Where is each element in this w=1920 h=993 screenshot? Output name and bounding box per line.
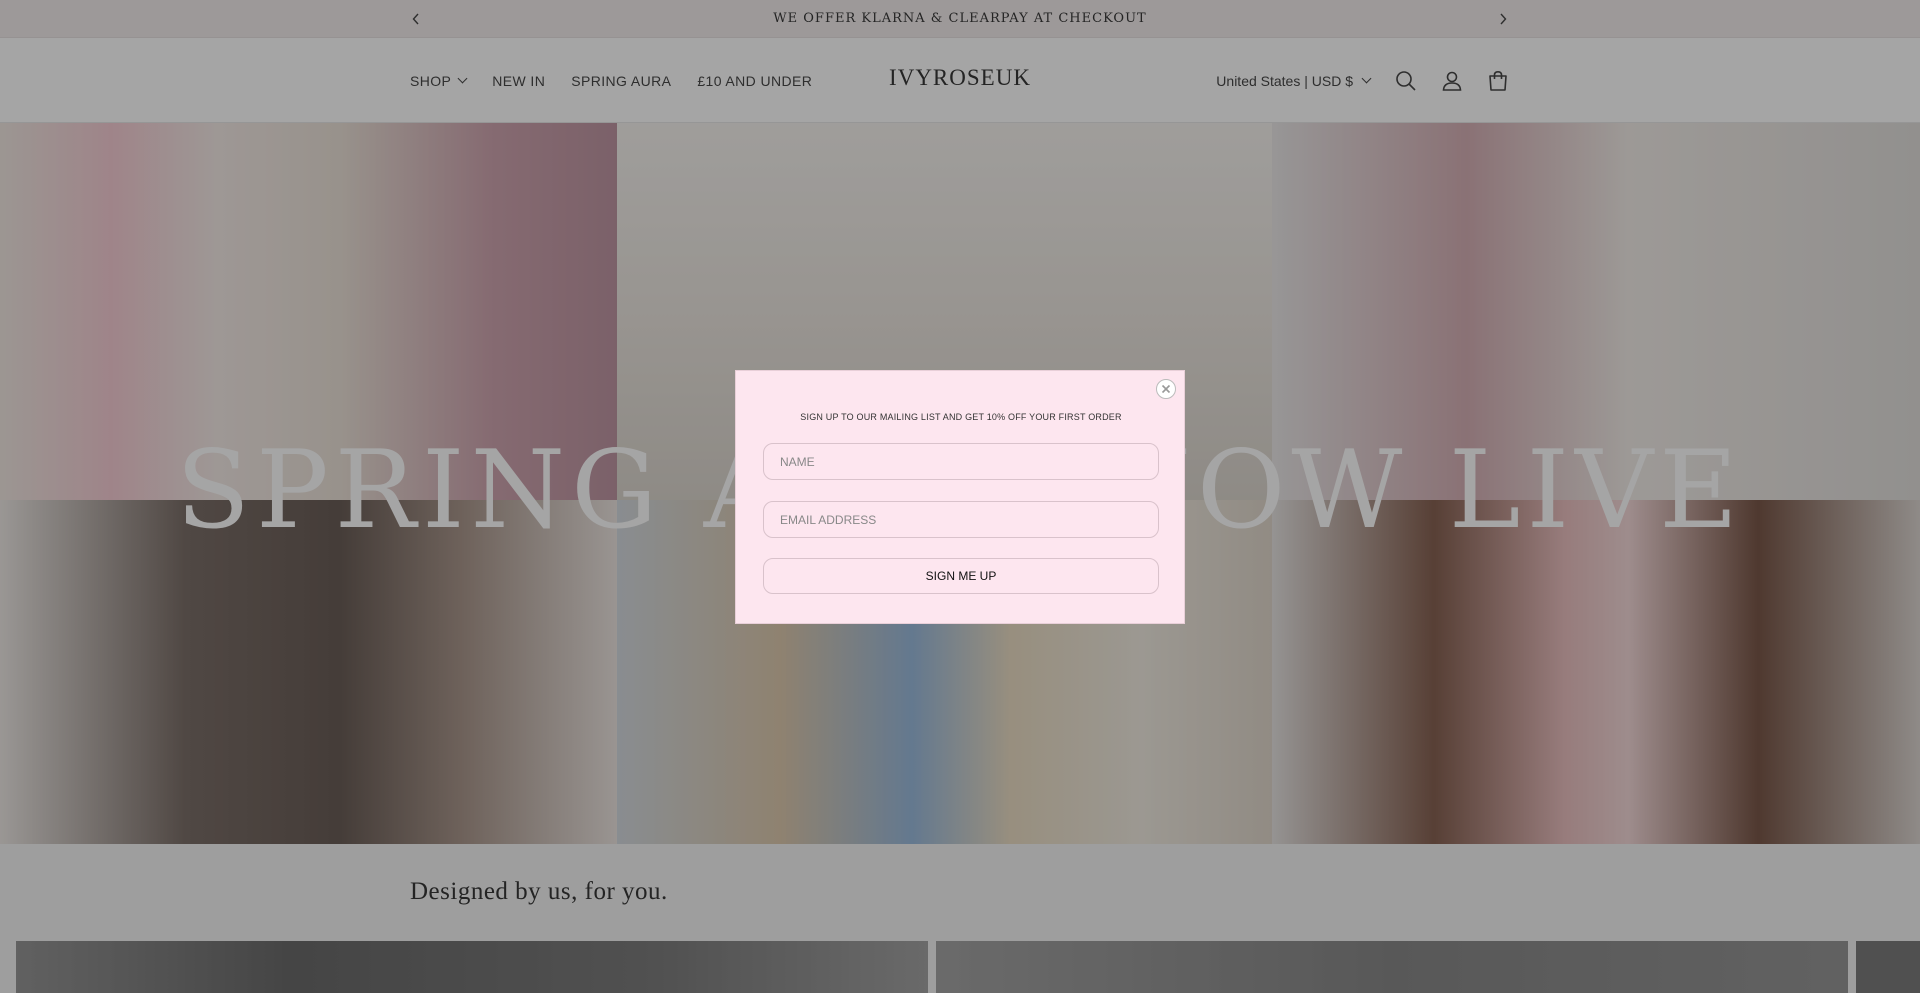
popup-headline: SIGN UP TO OUR MAILING LIST AND GET 10% … — [800, 412, 1122, 422]
sign-up-button[interactable]: SIGN ME UP — [763, 558, 1159, 594]
popup-close-button[interactable] — [1156, 379, 1176, 399]
close-icon — [1161, 384, 1171, 394]
email-input[interactable] — [763, 501, 1159, 538]
newsletter-popup: SIGN UP TO OUR MAILING LIST AND GET 10% … — [735, 370, 1185, 624]
name-input[interactable] — [763, 443, 1159, 480]
